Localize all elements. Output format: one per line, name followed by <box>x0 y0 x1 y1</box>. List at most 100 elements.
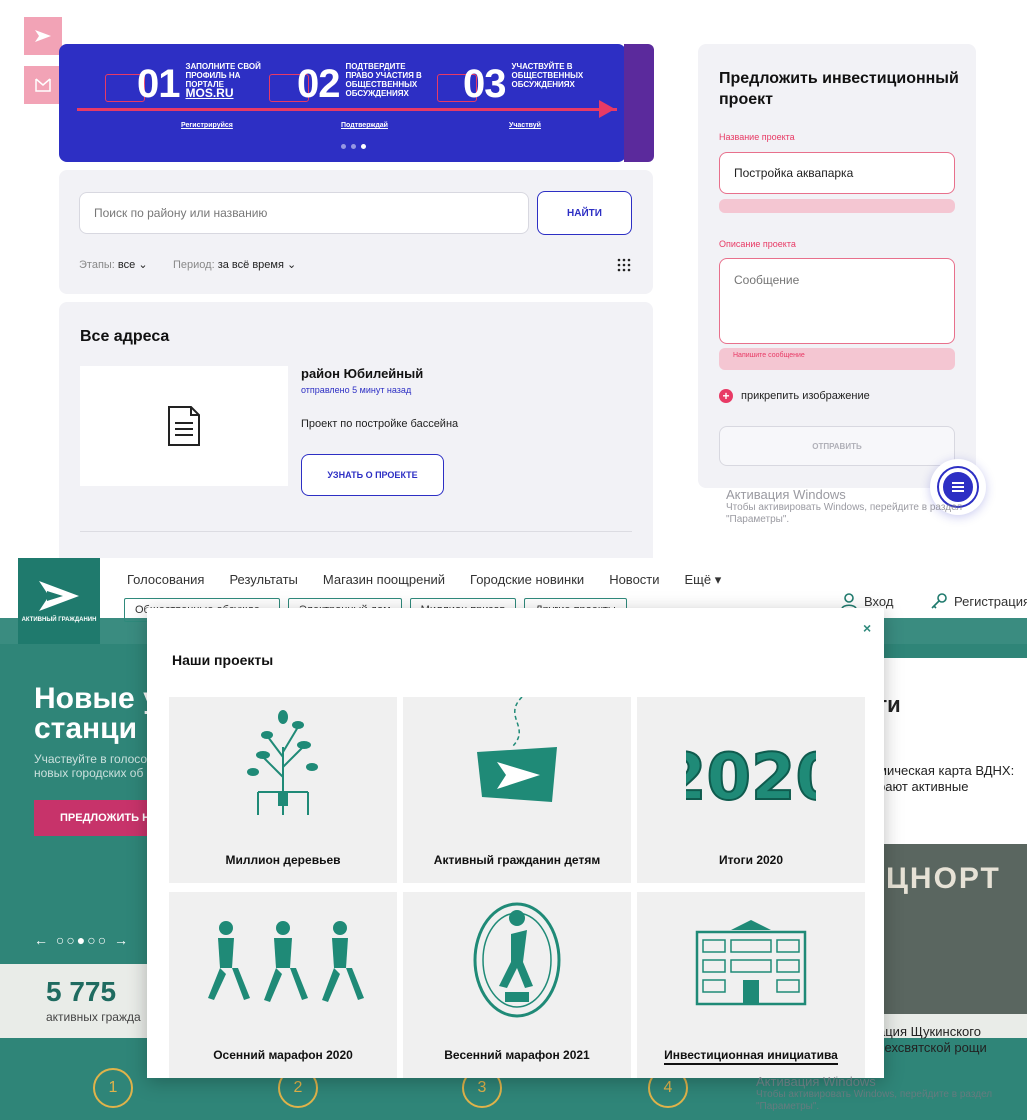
project-label: Итоги 2020 <box>718 853 784 867</box>
next-banner-peek[interactable] <box>624 44 654 162</box>
step-text-1: Заполните свой профиль на портале <box>185 62 261 89</box>
attach-image-label: прикрепить изображение <box>741 390 870 402</box>
ag-logo-icon <box>39 580 79 611</box>
attach-image-button[interactable]: + прикрепить изображение <box>719 389 870 403</box>
stages-value: все <box>117 259 136 271</box>
search-input[interactable] <box>79 192 529 234</box>
project-description-label: Описание проекта <box>719 239 796 249</box>
steps-banner[interactable]: 01 Заполните свой профиль на портале mos.… <box>59 44 626 162</box>
modal-title: Наши проекты <box>172 652 274 668</box>
watermark-line2: "Параметры". <box>756 1101 820 1112</box>
our-projects-modal: Наши проекты × Миллион деревьев Активный… <box>147 608 884 1078</box>
find-button[interactable]: НАЙТИ <box>537 191 632 235</box>
nav-shop[interactable]: Магазин поощрений <box>323 572 445 588</box>
step-text: Заполните свой профиль на портале mos.ru <box>185 62 266 100</box>
watermark-title: Активация Windows <box>756 1074 876 1089</box>
step-text-3: Участвуйте в общественных обсуждениях <box>511 62 584 89</box>
project-description-field[interactable] <box>719 258 955 344</box>
ag-logo-text: АКТИВНЫЙ ГРАЖДАНИН <box>21 616 97 623</box>
banner-step-1: 01 Заполните свой профиль на портале mos.… <box>137 62 266 106</box>
stats-label: активных гражда <box>46 1010 141 1024</box>
project-card-investment-initiative[interactable]: Инвестиционная инициатива <box>637 892 865 1078</box>
news-image[interactable]: ЦНОРТ <box>878 844 1027 1014</box>
nav-results[interactable]: Результаты <box>229 572 297 588</box>
banner-pagination[interactable] <box>341 144 366 149</box>
document-icon <box>168 406 200 446</box>
address-description: Проект по постройке бассейна <box>301 418 459 430</box>
ag-homepage: АКТИВНЫЙ ГРАЖДАНИН Голосования Результат… <box>0 558 1027 1120</box>
mail-icon <box>35 78 51 92</box>
plus-icon: + <box>719 389 733 403</box>
project-card-spring-marathon[interactable]: Весенний марафон 2021 <box>403 892 631 1078</box>
svg-text:2020: 2020 <box>686 741 816 815</box>
nav-votes[interactable]: Голосования <box>127 572 204 588</box>
period-filter[interactable]: Период: за всё время ⌄ <box>173 258 296 271</box>
project-card-million-trees[interactable]: Миллион деревьев <box>169 697 397 883</box>
nav-news[interactable]: Новости <box>609 572 659 588</box>
step-link-2[interactable]: Подтверждай <box>341 122 388 129</box>
address-name[interactable]: район Юбилейный <box>301 366 423 381</box>
project-label: Инвестиционная инициатива <box>637 1048 865 1065</box>
propose-project-form: Предложить инвестиционный проект Названи… <box>698 44 976 488</box>
news-image-text: ЦНОРТ <box>886 862 1001 895</box>
login-label: Вход <box>864 593 894 609</box>
watermark-line2: "Параметры". <box>726 514 790 525</box>
pagination-dot-active[interactable] <box>361 144 366 149</box>
step-link-1[interactable]: Регистрируйся <box>181 122 233 129</box>
investment-page: 01 Заполните свой профиль на портале mos.… <box>0 0 1027 558</box>
period-value: за всё время <box>217 259 284 271</box>
news-item[interactable]: ация Щукинского сехсвятской рощи <box>878 1024 1027 1056</box>
step-link-3[interactable]: Участвуй <box>509 122 541 129</box>
form-title: Предложить инвестиционный проект <box>719 70 959 108</box>
hero-subtitle: Участвуйте в голосо новых городских об <box>34 752 148 780</box>
register-link[interactable]: Регистрация <box>930 592 1027 610</box>
step-number: 03 <box>463 62 506 106</box>
project-label: Весенний марафон 2021 <box>444 1048 590 1062</box>
nav-city-news[interactable]: Городские новинки <box>470 572 584 588</box>
project-name-field[interactable]: Постройка аквапарка <box>719 152 955 194</box>
pagination-dot[interactable] <box>341 144 346 149</box>
project-name-error <box>719 199 955 213</box>
learn-more-button[interactable]: УЗНАТЬ О ПРОЕКТЕ <box>301 454 444 496</box>
grid-view-icon[interactable] <box>617 258 631 272</box>
divider <box>80 531 632 532</box>
stages-filter[interactable]: Этапы: все ⌄ <box>79 258 148 271</box>
watermark-title: Активация Windows <box>726 487 846 502</box>
project-card-ag-kids[interactable]: Активный гражданин детям <box>403 697 631 883</box>
year-2020-icon: 2020 <box>686 740 816 816</box>
project-label: Осенний марафон 2020 <box>213 1048 353 1062</box>
project-card-autumn-marathon[interactable]: Осенний марафон 2020 <box>169 892 397 1078</box>
close-icon[interactable]: × <box>863 620 871 636</box>
pagination-dot[interactable] <box>351 144 356 149</box>
nav-more[interactable]: Ещё ▾ <box>685 572 722 588</box>
tree-icon <box>247 710 318 815</box>
step-text-2: Подтвердите право участия в общественных… <box>345 62 422 98</box>
banner-step-3: 03 Участвуйте в общественных обсуждениях <box>463 62 592 106</box>
runners-icon <box>208 921 364 1002</box>
banner-line <box>77 108 617 111</box>
hero-title: Новые у станци <box>34 684 160 744</box>
project-label-text: Инвестиционная инициатива <box>664 1048 838 1065</box>
news-item[interactable]: мическая карта ВДНХ: рают активные <box>878 763 1027 795</box>
stages-label: Этапы: <box>79 259 115 271</box>
addresses-card: Все адреса район Юбилейный отправлено 5 … <box>59 302 653 558</box>
main-nav: Голосования Результаты Магазин поощрений… <box>127 572 721 588</box>
project-label: Активный гражданин детям <box>433 853 601 867</box>
hero-propose-button[interactable]: ПРЕДЛОЖИТЬ Н <box>34 800 164 836</box>
banner-arrow-icon <box>599 100 615 118</box>
side-mail-tab[interactable] <box>24 66 62 104</box>
ag-tag-icon <box>477 697 557 802</box>
ag-logo[interactable]: АКТИВНЫЙ ГРАЖДАНИН <box>18 558 100 644</box>
project-card-results-2020[interactable]: 2020 Итоги 2020 <box>637 697 865 883</box>
description-error: Напишите сообщение <box>719 348 955 370</box>
hero-carousel-controls[interactable]: ← ○○●○○ → <box>34 932 130 948</box>
submit-button[interactable]: ОТПРАВИТЬ <box>719 426 955 466</box>
step-text-1-big: mos.ru <box>185 86 234 100</box>
watermark-line1: Чтобы активировать Windows, перейдите в … <box>756 1089 993 1100</box>
side-logo-tab[interactable] <box>24 17 62 55</box>
key-icon <box>931 593 947 609</box>
project-thumbnail <box>80 366 288 486</box>
stats-number: 5 775 <box>46 976 117 1007</box>
period-label: Период: <box>173 259 215 271</box>
addresses-title: Все адреса <box>80 328 170 345</box>
